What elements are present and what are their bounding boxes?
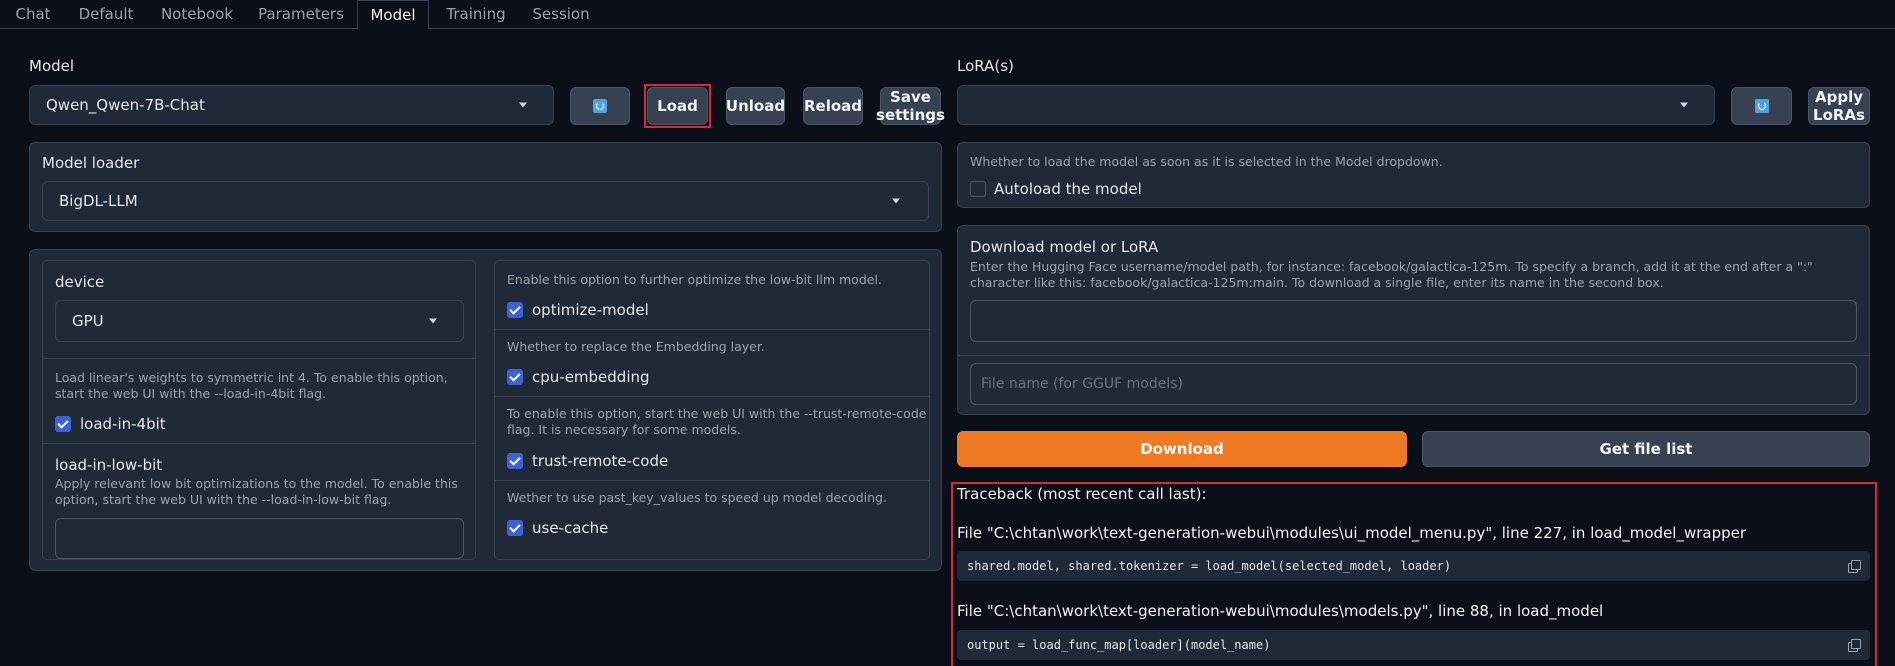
refresh-icon (593, 99, 607, 113)
traceback-file-2: File "C:\chtan\work\text-generation-webu… (957, 602, 1604, 620)
autoload-checkbox[interactable] (970, 181, 986, 197)
chevron-down-icon (892, 198, 900, 204)
tab-notebook[interactable]: Notebook (154, 0, 240, 29)
traceback-code-2-text: output = load_func_map[loader](model_nam… (967, 638, 1271, 652)
device-selected: GPU (72, 312, 104, 330)
filename-placeholder: File name (for GGUF models) (981, 376, 1183, 392)
device-label: device (55, 273, 105, 291)
tab-model[interactable]: Model (357, 0, 429, 30)
options-right-column: Enable this option to further optimize t… (494, 260, 930, 560)
load-in-low-bit-info: Apply relevant low bit optimizations to … (55, 476, 458, 507)
tab-chat[interactable]: Chat (6, 0, 60, 29)
optimize-model-checkbox[interactable] (507, 302, 523, 318)
copy-icon[interactable] (1848, 639, 1861, 652)
trust-remote-code-info: To enable this option, start the web UI … (507, 406, 927, 437)
trust-remote-code-checkbox[interactable] (507, 453, 523, 469)
download-filename-input[interactable]: File name (for GGUF models) (970, 363, 1857, 405)
cpu-embedding-info: Whether to replace the Embedding layer. (507, 339, 765, 354)
model-loader-panel: Model loader BigDL-LLM (29, 142, 942, 232)
divider (495, 329, 929, 330)
download-panel: Download model or LoRA Enter the Hugging… (957, 225, 1870, 415)
traceback-code-1: shared.model, shared.tokenizer = load_mo… (957, 551, 1870, 581)
save-settings-label-2: settings (876, 106, 945, 124)
divider (495, 396, 929, 397)
optimize-model-info: Enable this option to further optimize t… (507, 272, 882, 287)
autoload-panel: Whether to load the model as soon as it … (957, 142, 1870, 208)
load-in-low-bit-input[interactable] (55, 518, 464, 559)
refresh-models-button[interactable] (570, 87, 630, 125)
device-dropdown[interactable]: GPU (55, 300, 464, 342)
tab-default[interactable]: Default (70, 0, 142, 29)
copy-icon[interactable] (1848, 560, 1861, 573)
model-selected: Qwen_Qwen-7B-Chat (46, 96, 205, 114)
apply-loras-label-1: Apply (1814, 88, 1863, 106)
highlight-box-load (644, 84, 711, 128)
optimize-model-label: optimize-model (532, 301, 649, 319)
download-button[interactable]: Download (957, 431, 1407, 467)
save-settings-button[interactable]: Save settings (876, 87, 945, 125)
use-cache-label: use-cache (532, 519, 609, 537)
save-settings-label-1: Save (890, 88, 931, 106)
traceback-file-1: File "C:\chtan\work\text-generation-webu… (957, 524, 1747, 542)
reload-button[interactable]: Reload (803, 87, 863, 125)
lora-label: LoRA(s) (957, 57, 1014, 75)
apply-loras-label-2: LoRAs (1813, 106, 1865, 124)
apply-loras-button[interactable]: Apply LoRAs (1808, 87, 1870, 125)
tab-parameters[interactable]: Parameters (252, 0, 350, 29)
model-loader-label: Model loader (42, 154, 140, 172)
refresh-icon (1754, 99, 1769, 113)
cpu-embedding-checkbox[interactable] (507, 369, 523, 385)
autoload-label: Autoload the model (994, 180, 1142, 198)
divider (958, 355, 1869, 356)
model-loader-selected: BigDL-LLM (59, 192, 138, 210)
use-cache-info: Wether to use past_key_values to speed u… (507, 490, 887, 505)
traceback-header: Traceback (most recent call last): (957, 485, 1207, 503)
traceback-code-2: output = load_func_map[loader](model_nam… (957, 630, 1870, 660)
model-loader-dropdown[interactable]: BigDL-LLM (42, 181, 929, 221)
use-cache-checkbox[interactable] (507, 520, 523, 536)
download-path-input[interactable] (970, 300, 1857, 342)
autoload-info: Whether to load the model as soon as it … (970, 154, 1443, 169)
options-left-column: device GPU Load linear's weights to symm… (42, 260, 476, 560)
tab-training[interactable]: Training (437, 0, 515, 29)
unload-button[interactable]: Unload (726, 87, 785, 125)
lora-dropdown[interactable] (957, 85, 1715, 125)
load-in-low-bit-label: load-in-low-bit (55, 456, 163, 474)
model-dropdown[interactable]: Qwen_Qwen-7B-Chat (29, 85, 554, 125)
traceback-code-1-text: shared.model, shared.tokenizer = load_mo… (967, 559, 1452, 573)
divider (43, 358, 475, 359)
divider (43, 443, 475, 444)
load-in-4bit-checkbox[interactable] (55, 416, 71, 432)
refresh-loras-button[interactable] (1731, 87, 1792, 125)
loader-options-panel: device GPU Load linear's weights to symm… (29, 249, 942, 571)
load-in-4bit-label: load-in-4bit (80, 415, 166, 433)
tab-bar: Chat Default Notebook Parameters Model T… (0, 0, 1895, 30)
download-title: Download model or LoRA (970, 238, 1159, 256)
divider (495, 480, 929, 481)
download-info: Enter the Hugging Face username/model pa… (970, 259, 1813, 290)
tab-session[interactable]: Session (526, 0, 596, 29)
chevron-down-icon (1680, 102, 1688, 108)
chevron-down-icon (429, 318, 437, 324)
cpu-embedding-label: cpu-embedding (532, 368, 650, 386)
get-file-list-button[interactable]: Get file list (1422, 431, 1870, 467)
model-label: Model (29, 57, 75, 75)
chevron-down-icon (519, 102, 527, 108)
load-in-4bit-info: Load linear's weights to symmetric int 4… (55, 370, 448, 401)
trust-remote-code-label: trust-remote-code (532, 452, 669, 470)
